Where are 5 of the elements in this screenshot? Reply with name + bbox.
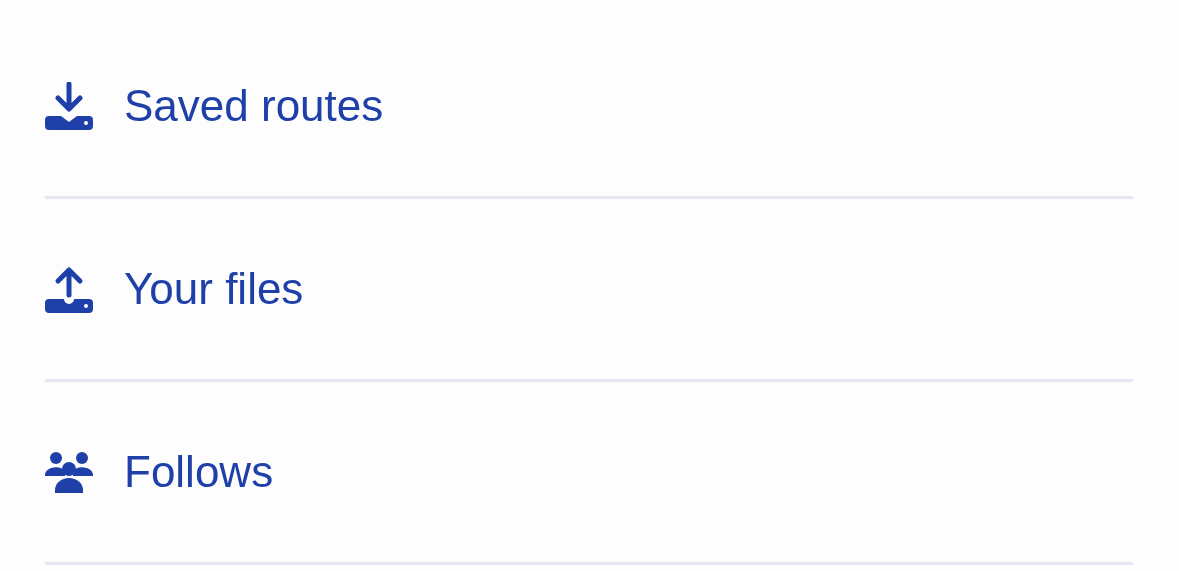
upload-icon xyxy=(45,265,93,313)
menu-item[interactable]: Your files xyxy=(45,199,1133,382)
menu-item[interactable]: Saved routes xyxy=(45,16,1133,199)
menu-item[interactable]: Follows xyxy=(45,382,1133,565)
download-icon xyxy=(45,82,93,130)
